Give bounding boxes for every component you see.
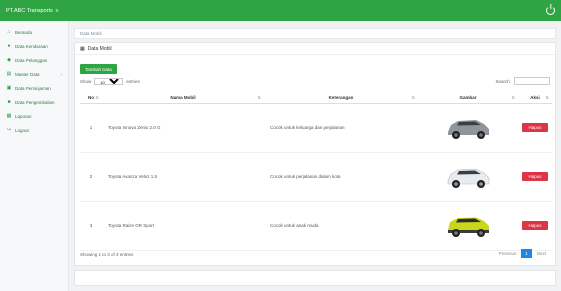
cell-keterangan: Cocok untuk keluarga dan perjalanan (264, 103, 418, 153)
sidebar-item-label: Master Data (15, 71, 40, 77)
table-row: 3 Toyota Raize GR Sport Cocok untuk anak… (80, 201, 552, 251)
cell-keterangan: Cocok untuk perjalanan dalam kota (264, 152, 418, 202)
delete-button[interactable]: Hapus (522, 123, 548, 132)
user-icon: ● (7, 43, 11, 49)
panel-header: ▦ Data Mobil (75, 43, 555, 55)
sidebar-item-label: Data Pelanggan (15, 57, 48, 63)
cell-no: 1 (80, 103, 102, 153)
cell-no: 3 (80, 201, 102, 251)
delete-button[interactable]: Hapus (522, 221, 548, 230)
table-info: Showing 1 to 3 of 3 entries (80, 252, 134, 257)
sort-icon: ⇅ (545, 95, 549, 100)
sidebar-item-logout[interactable]: ↪ Logout (0, 123, 68, 137)
breadcrumb: Data Mobil (74, 28, 556, 39)
top-navbar: PT.ABC Transports ≡ (0, 0, 561, 21)
cell-keterangan: Cocok untuk anak muda (264, 201, 418, 251)
cell-no: 2 (80, 152, 102, 202)
page-footer (74, 270, 556, 286)
header-no[interactable]: No ⇅ (80, 92, 102, 104)
car-image-white (447, 168, 490, 188)
table-icon: ▦ (80, 45, 85, 52)
car-image-yellow (448, 217, 489, 237)
app-brand[interactable]: PT.ABC Transports ≡ (6, 8, 59, 14)
car-image-silver (448, 120, 489, 139)
sidebar-item-laporan[interactable]: ▦ Laporan (0, 109, 68, 123)
sidebar-item-kendaraan[interactable]: ● Data Kendaraan (0, 39, 68, 53)
menu-toggle-icon[interactable]: ≡ (56, 8, 59, 14)
page-button[interactable]: 1 (521, 249, 532, 258)
users-icon: ◆ (7, 57, 11, 63)
cell-aksi: Hapus (518, 152, 552, 202)
list-icon: ▤ (6, 71, 12, 77)
home-icon: ⌂ (7, 29, 11, 35)
previous-button[interactable]: Previous (496, 249, 520, 258)
header-nama[interactable]: Nama Mobil ⇅ (102, 92, 264, 104)
table-row: 1 Toyota Innova Zenix 2.0 G Cocok untuk … (80, 103, 552, 153)
delete-button[interactable]: Hapus (522, 172, 548, 181)
cell-gambar (418, 103, 518, 153)
header-aksi[interactable]: Aksi ⇅ (518, 92, 552, 104)
power-icon[interactable] (546, 6, 555, 15)
cell-gambar (418, 201, 518, 251)
cell-gambar (418, 152, 518, 202)
cell-nama: Toyota Innova Zenix 2.0 G (102, 103, 264, 153)
sidebar-item-label: Laporan (15, 113, 32, 119)
report-icon: ▦ (6, 113, 12, 119)
header-keterangan[interactable]: Keterangan ⇅ (264, 92, 418, 104)
sort-icon: ⇅ (511, 95, 515, 100)
sidebar-item-beranda[interactable]: ⌂ Beranda (0, 25, 68, 39)
search-input[interactable] (514, 77, 550, 85)
sidebar-item-peminjaman[interactable]: ▣ Data Peminjaman (0, 81, 68, 95)
next-button[interactable]: Next (534, 249, 549, 258)
show-label: Show (80, 79, 92, 84)
panel-title: Data Mobil (87, 45, 112, 52)
sidebar-item-label: Logout (15, 127, 29, 133)
cell-aksi: Hapus (518, 201, 552, 251)
sidebar-item-pengembalian[interactable]: ■ Data Pengembalian (0, 95, 68, 109)
cell-nama: Toyota Raize GR Sport (102, 201, 264, 251)
breadcrumb-text[interactable]: Data Mobil (80, 31, 102, 36)
chevron-right-icon: › (60, 71, 63, 77)
entries-select[interactable]: 10 (94, 78, 124, 85)
sidebar-item-pelanggan[interactable]: ◆ Data Pelanggan (0, 53, 68, 67)
data-panel: ▦ Data Mobil Tambah Data Show 10 entries… (74, 42, 556, 266)
app-title: PT.ABC Transports (6, 7, 53, 14)
sidebar-item-label: Beranda (15, 29, 33, 35)
search-label: Search: (495, 78, 511, 84)
sidebar-item-label: Data Pengembalian (15, 99, 55, 105)
sort-icon: ⇅ (95, 95, 99, 100)
entries-label: entries (126, 79, 140, 84)
data-table: No ⇅ Nama Mobil ⇅ Keterangan ⇅ Gambar ⇅ Aksi… (80, 92, 552, 251)
length-control: Show 10 entries (80, 78, 140, 85)
truck-icon: ■ (7, 99, 11, 105)
header-gambar[interactable]: Gambar ⇅ (418, 92, 518, 104)
sidebar-item-label: Data Kendaraan (15, 43, 48, 49)
table-row: 2 Toyota Avanza Veloz 1.5 Cocok untuk pe… (80, 152, 552, 202)
logout-icon: ↪ (6, 127, 12, 133)
cart-icon: ▣ (6, 85, 12, 91)
sidebar: ⌂ Beranda ● Data Kendaraan ◆ Data Pelang… (0, 21, 69, 291)
sidebar-item-master[interactable]: ▤ Master Data › (0, 67, 68, 81)
cell-nama: Toyota Avanza Veloz 1.5 (102, 152, 264, 202)
cell-aksi: Hapus (518, 103, 552, 153)
sort-icon: ⇅ (411, 95, 415, 100)
sidebar-item-label: Data Peminjaman (15, 85, 51, 91)
search-control: Search: (495, 77, 550, 85)
add-data-button[interactable]: Tambah Data (80, 64, 117, 74)
sort-icon: ⇅ (257, 95, 261, 100)
pagination: Previous 1 Next (496, 249, 549, 258)
